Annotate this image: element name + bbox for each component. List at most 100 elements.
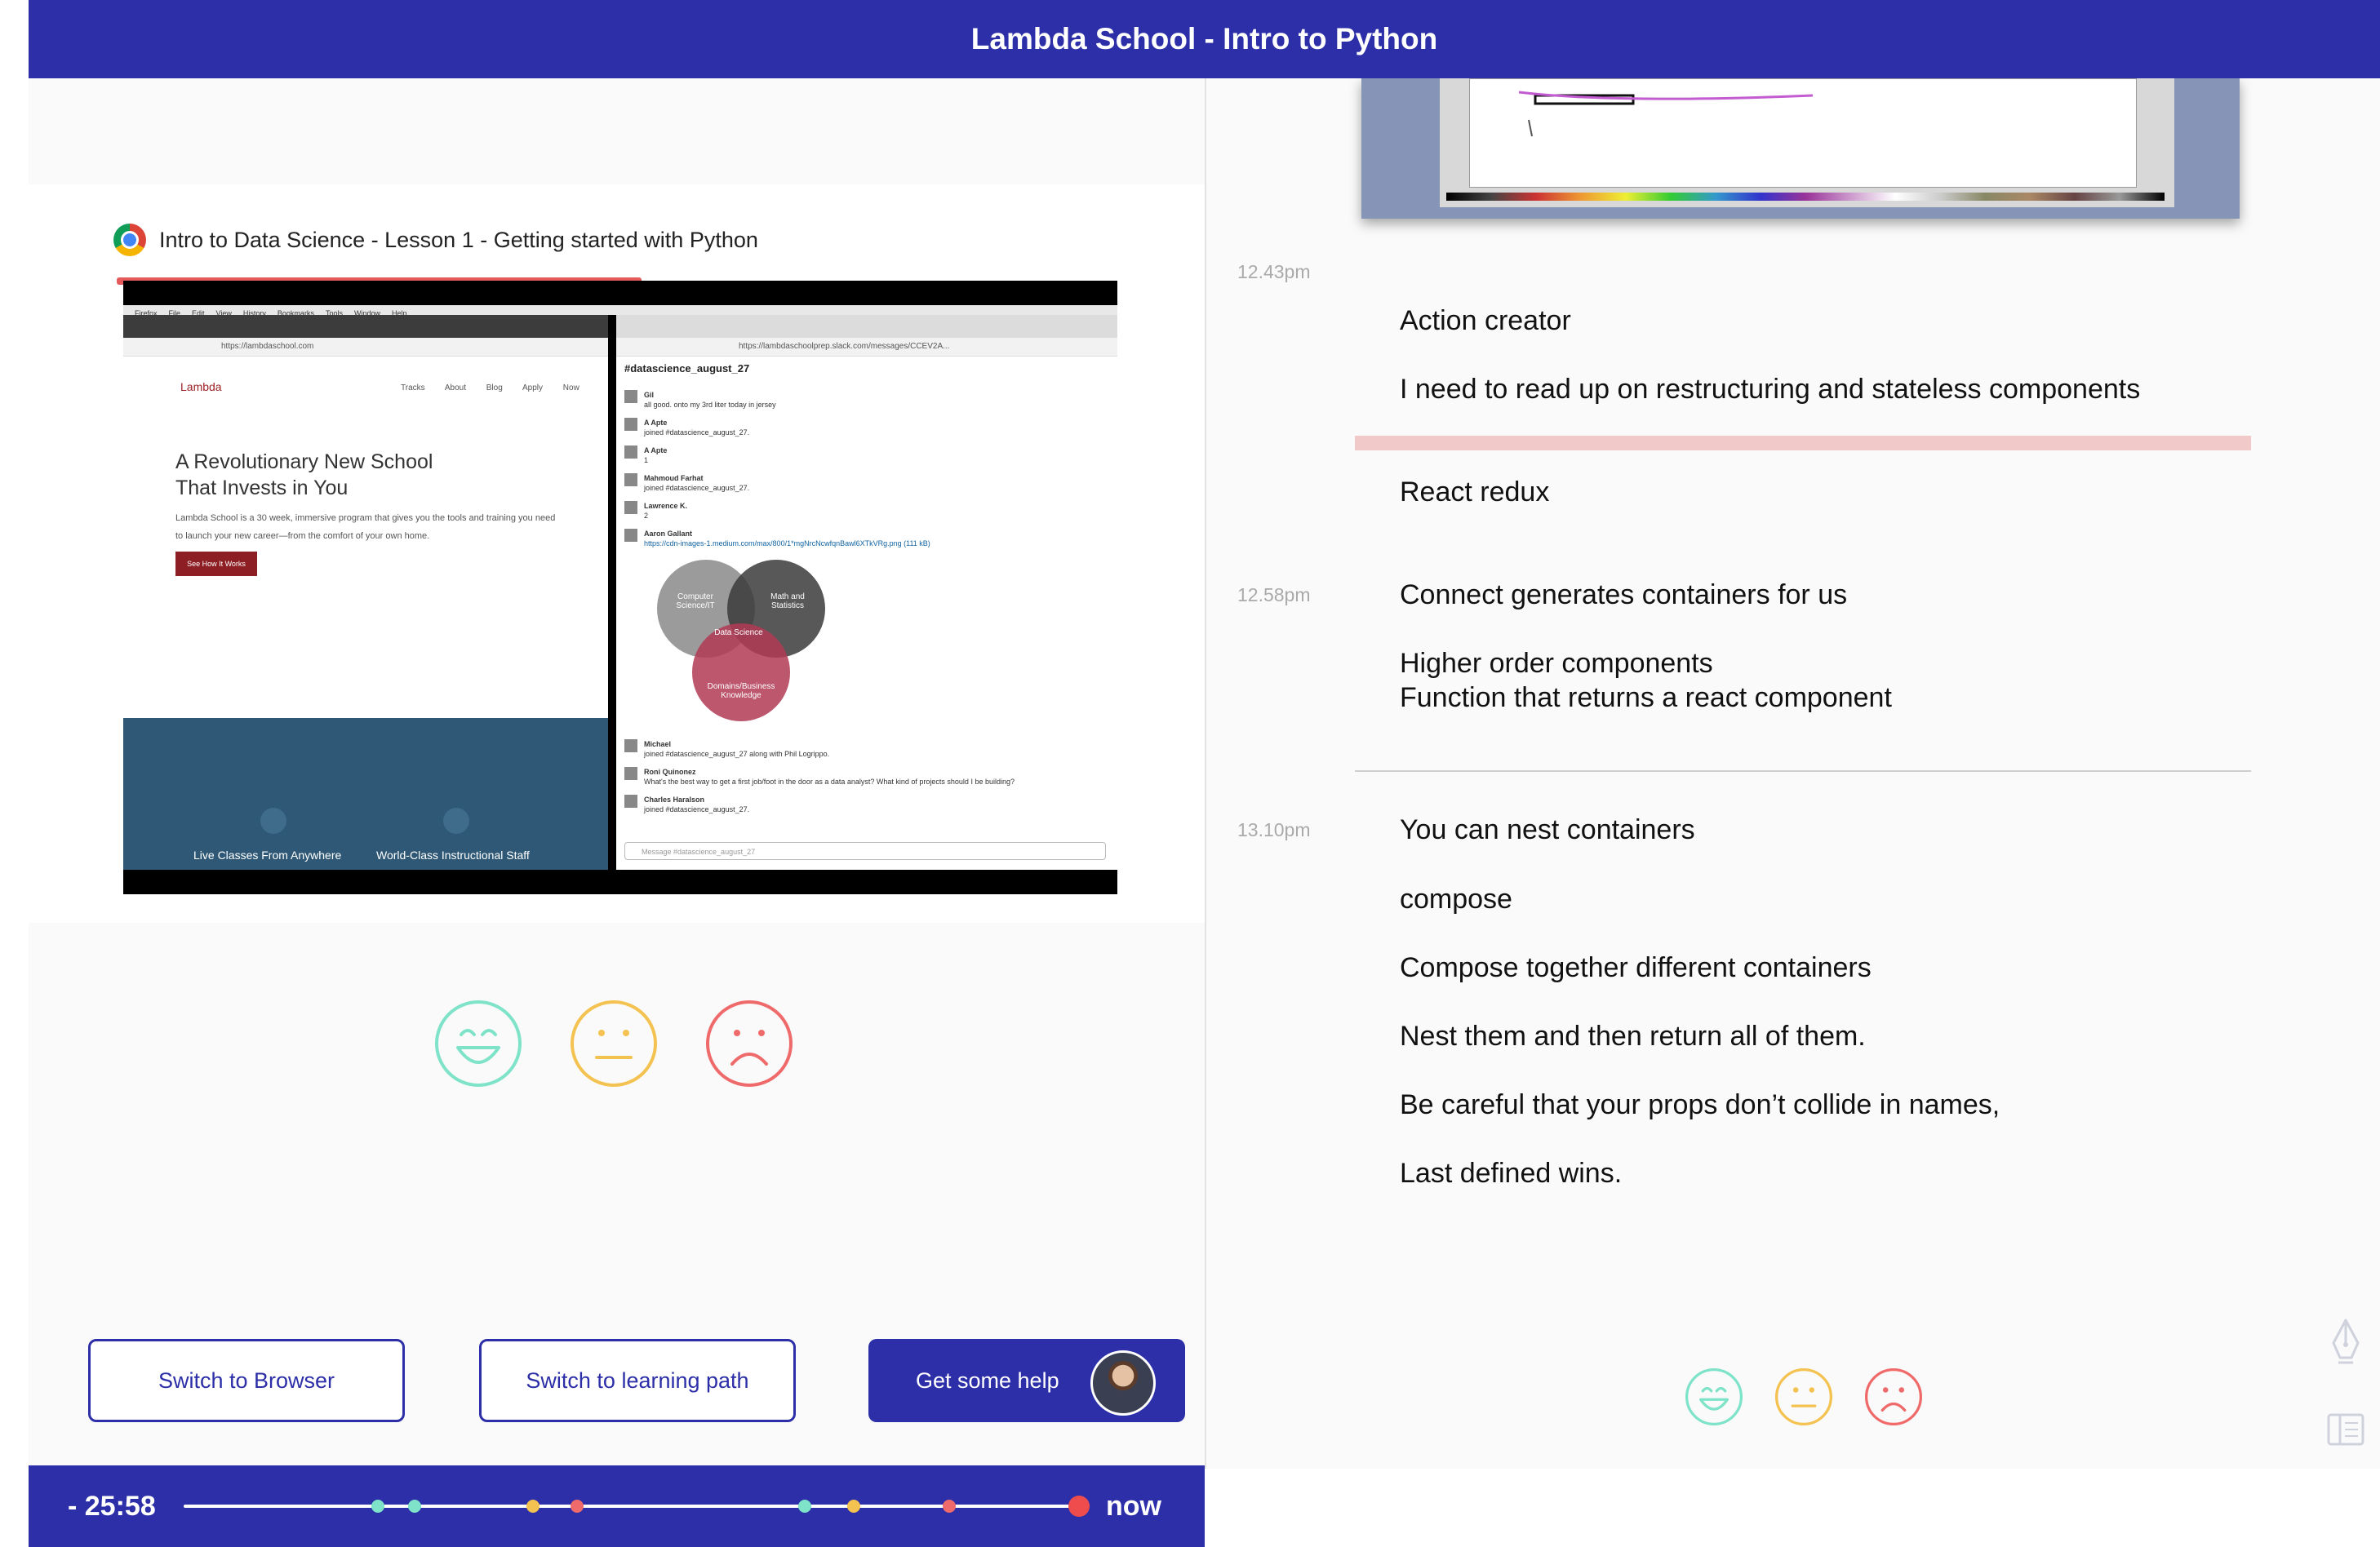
switch-to-browser-label: Switch to Browser — [158, 1367, 335, 1393]
avatar — [624, 767, 637, 780]
note-line[interactable]: Connect generates containers for us — [1400, 578, 1847, 612]
highlight-bar — [1355, 436, 2251, 450]
venn-circle-domain — [692, 623, 790, 721]
app-window: Lambda School - Intro to Python Intro to… — [29, 0, 2380, 1547]
lambda-features-band: Live Classes From Anywhere World-Class I… — [123, 718, 608, 870]
neutral-face-icon[interactable] — [1774, 1367, 1833, 1426]
slack-pane: https://lambdaschoolprep.slack.com/messa… — [616, 315, 1117, 870]
video-screen[interactable]: Firefox File Edit View History Bookmarks Tools… — [123, 281, 1117, 894]
neutral-face-icon[interactable] — [569, 999, 659, 1088]
note-line[interactable]: React redux — [1400, 475, 1549, 509]
sad-face-icon[interactable] — [1864, 1367, 1923, 1426]
chrome-icon — [113, 224, 146, 256]
note-line[interactable]: compose — [1400, 882, 1512, 916]
browser-tabbar — [616, 315, 1117, 338]
timeline-track[interactable] — [184, 1505, 1075, 1508]
timeline-marker[interactable] — [371, 1500, 385, 1513]
avatar — [624, 418, 637, 431]
note-line[interactable]: Be careful that your props don’t collide… — [1400, 1088, 2000, 1122]
note-line[interactable]: You can nest containers — [1400, 813, 1695, 847]
note-timestamp: 12.58pm — [1237, 584, 1311, 605]
note-line[interactable]: Higher order components — [1400, 646, 1713, 680]
avatar — [624, 739, 637, 752]
get-help-button[interactable]: Get some help — [868, 1339, 1185, 1422]
video-card: Intro to Data Science - Lesson 1 - Getti… — [29, 184, 1205, 923]
browser-tabbar — [123, 315, 608, 338]
reaction-bar — [433, 999, 840, 1088]
staff-icon — [443, 808, 469, 834]
slack-messages: Gil all good. onto my 3rd liter today in … — [624, 390, 1106, 556]
slack-messages-lower: Michael joined #datascience_august_27 alo… — [624, 739, 1106, 822]
lambda-nav: Tracks About Blog Apply Now — [401, 383, 579, 392]
sad-face-icon[interactable] — [704, 999, 794, 1088]
note-line[interactable]: Last defined wins. — [1400, 1156, 1622, 1190]
timeline-marker[interactable] — [570, 1500, 584, 1513]
slack-url: https://lambdaschoolprep.slack.com/messa… — [616, 338, 1117, 357]
timeline-playhead[interactable] — [1068, 1496, 1090, 1517]
sidebar-toggle-icon[interactable] — [2327, 1413, 2364, 1446]
slack-message: Aaron Gallant https://cdn-images-1.medium… — [624, 529, 1106, 548]
notes-panel: 12.43pm Action creator I need to read up… — [1206, 78, 2380, 1469]
note-line[interactable]: Action creator — [1400, 304, 1571, 338]
elapsed-time: - 25:58 — [68, 1491, 156, 1522]
lambda-url: https://lambdaschool.com — [123, 338, 608, 357]
lambda-logo: Lambda — [180, 380, 222, 393]
avatar — [624, 501, 637, 514]
slack-channel-name: #datascience_august_27 — [624, 362, 750, 375]
switch-to-learning-path-label: Switch to learning path — [526, 1367, 749, 1393]
switch-to-learning-path-button[interactable]: Switch to learning path — [479, 1339, 796, 1422]
drawing-thumbnail[interactable] — [1361, 78, 2240, 219]
feature-label: World-Class Instructional Staff — [376, 849, 530, 862]
mac-menubar: Firefox File Edit View History Bookmarks Tools… — [123, 305, 1117, 317]
color-palette — [1446, 193, 2165, 201]
happy-face-icon[interactable] — [1685, 1367, 1743, 1426]
slack-message: A Apte 1 — [624, 445, 1106, 465]
video-panel: Intro to Data Science - Lesson 1 - Getti… — [29, 78, 1205, 1547]
venn-label-domain: Domains/Business Knowledge — [707, 682, 775, 700]
timeline-marker[interactable] — [526, 1500, 540, 1513]
note-line[interactable]: Compose together different containers — [1400, 951, 1872, 985]
note-timestamp: 13.10pm — [1237, 819, 1311, 840]
video-title: Intro to Data Science - Lesson 1 - Getti… — [159, 227, 758, 252]
happy-face-icon[interactable] — [433, 999, 523, 1088]
drawing-canvas — [1469, 78, 2137, 188]
note-line[interactable]: Function that returns a react component — [1400, 680, 1892, 715]
note-line[interactable]: I need to read up on restructuring and s… — [1400, 372, 2140, 406]
lambda-body-text: Lambda School is a 30 week, immersive pr… — [175, 513, 556, 541]
avatar — [624, 529, 637, 542]
pen-icon[interactable] — [2327, 1319, 2364, 1366]
slack-message: Mahmoud Farhat joined #datascience_august… — [624, 473, 1106, 493]
avatar — [1090, 1350, 1156, 1416]
slack-message: Michael joined #datascience_august_27 alo… — [624, 739, 1106, 759]
timeline-marker[interactable] — [847, 1500, 861, 1513]
venn-label-cs: Computer Science/IT — [676, 592, 715, 610]
timeline-scrubber[interactable]: - 25:58 now — [29, 1465, 1205, 1547]
timeline-marker[interactable] — [407, 1500, 421, 1513]
classroom-icon — [260, 808, 286, 834]
sketch-icon — [1518, 91, 1814, 137]
switch-to-browser-button[interactable]: Switch to Browser — [88, 1339, 405, 1422]
timeline-marker[interactable] — [798, 1500, 812, 1513]
venn-label-math: Math and Statistics — [770, 592, 805, 610]
note-line[interactable]: Nest them and then return all of them. — [1400, 1019, 1866, 1053]
avatar — [624, 795, 637, 808]
lambda-cta-button: See How It Works — [175, 552, 257, 576]
avatar — [624, 445, 637, 459]
get-help-label: Get some help — [916, 1367, 1059, 1393]
video-title-row: Intro to Data Science - Lesson 1 - Getti… — [113, 224, 758, 256]
venn-diagram: Computer Science/IT Math and Statistics … — [649, 560, 828, 731]
notes-reaction-bar — [1685, 1367, 1954, 1426]
avatar — [624, 390, 637, 403]
lambda-site-pane: https://lambdaschool.com Lambda Tracks A… — [123, 315, 608, 870]
timeline-marker[interactable] — [943, 1500, 957, 1513]
slack-message: Charles Haralson joined #datascience_augu… — [624, 795, 1106, 814]
feature-label: Live Classes From Anywhere — [193, 849, 342, 862]
slack-message: Lawrence K. 2 — [624, 501, 1106, 521]
now-label[interactable]: now — [1106, 1465, 1161, 1547]
note-timestamp: 12.43pm — [1237, 261, 1311, 282]
app-title: Lambda School - Intro to Python — [970, 22, 1438, 55]
slack-message: Gil all good. onto my 3rd liter today in … — [624, 390, 1106, 410]
venn-label-center: Data Science — [714, 628, 763, 637]
avatar — [624, 473, 637, 486]
slack-message-input: Message #datascience_august_27 — [624, 842, 1106, 860]
